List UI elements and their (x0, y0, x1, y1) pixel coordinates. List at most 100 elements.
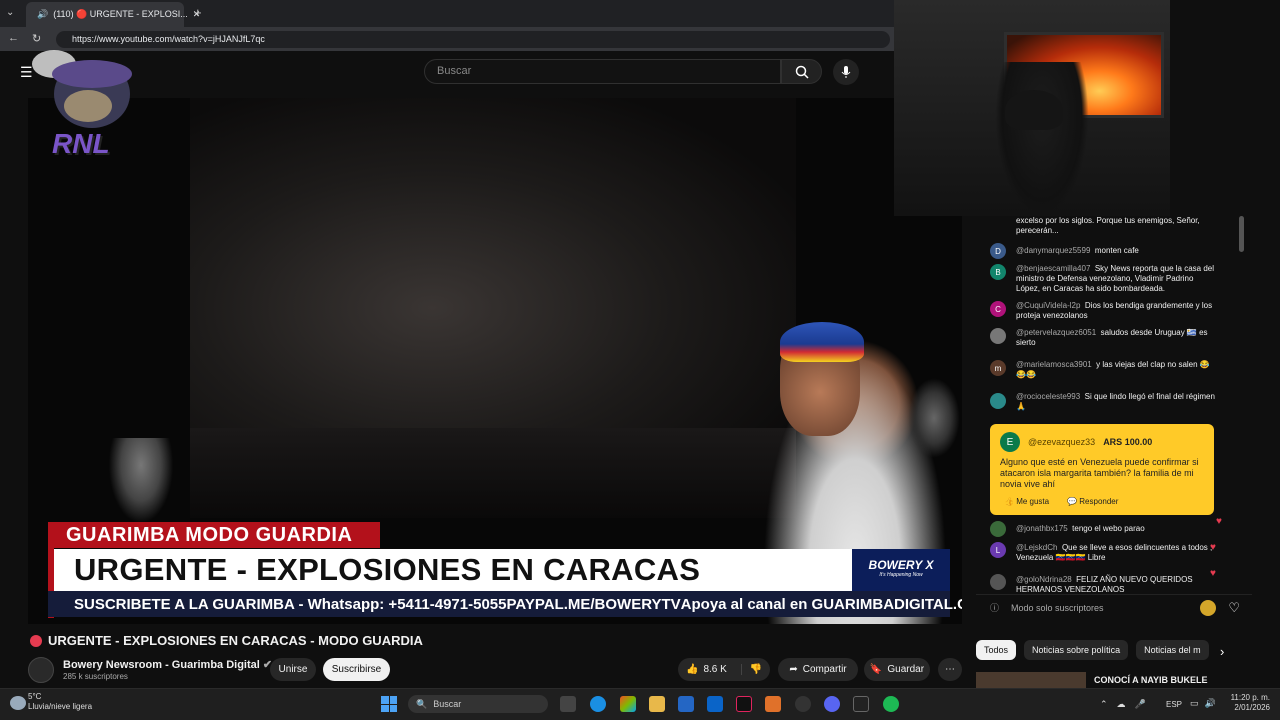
chat-scrollbar[interactable] (1239, 216, 1244, 252)
edge-browser-icon[interactable] (590, 696, 606, 712)
windows-taskbar (0, 688, 1280, 720)
video-title: URGENTE - EXPLOSIONES EN CARACAS - MODO … (30, 633, 423, 648)
share-arrow-icon: ➦ (789, 664, 798, 675)
chip-politics[interactable]: Noticias sobre política (1024, 640, 1129, 660)
streamer-microphone (908, 378, 960, 458)
microphone-icon (841, 66, 851, 78)
dislike-button[interactable]: 👎 (740, 664, 762, 675)
chat-message: @goloNdrina28 FELIZ AÑO NUEVO QUERIDOS H… (1016, 575, 1216, 595)
back-arrow-icon[interactable]: ← (8, 32, 19, 44)
search-input[interactable]: Buscar (424, 59, 781, 84)
heart-reaction-icon: ♥ (1210, 568, 1216, 579)
clock-date: 2/01/2026 (1234, 703, 1270, 712)
chat-message: excelso por los siglos. Porque tus enemi… (1016, 216, 1216, 236)
bowery-logo: BOWERY X It's Happening Now (852, 549, 950, 591)
coin-icon[interactable] (1200, 599, 1217, 616)
new-tab-icon[interactable]: + (194, 5, 202, 20)
chat-user[interactable]: @petervelazquez6051 (1016, 328, 1096, 337)
file-explorer-icon[interactable] (649, 696, 665, 712)
taskbar-search-label: Buscar (433, 699, 462, 709)
more-actions-icon[interactable]: ⋯ (938, 658, 962, 681)
windows-start-icon[interactable] (381, 696, 397, 712)
share-label: Compartir (802, 664, 847, 675)
tab-list-chevron-icon[interactable]: ⌄ (6, 7, 14, 18)
super-chat-card[interactable]: E @ezevazquez33 ARS 100.00 Alguno que es… (990, 424, 1214, 515)
video-player[interactable]: GUARIMBA MODO GUARDIA URGENTE - EXPLOSIO… (28, 98, 962, 624)
save-button[interactable]: 🔖 Guardar (864, 658, 930, 681)
ticker-whatsapp: SUSCRIBETE A LA GUARIMBA - Whatsapp: +54… (74, 595, 507, 613)
chat-text: tengo el webo parao (1072, 524, 1145, 533)
browser-tab[interactable]: 🔊 (110) 🔴 URGENTE - EXPLOSI... ✕ (26, 2, 200, 27)
voice-search-button[interactable] (833, 59, 859, 85)
copilot-icon[interactable] (620, 696, 636, 712)
discord-icon[interactable] (824, 696, 840, 712)
like-count: 8.6 K (703, 664, 727, 675)
system-tray-icons[interactable]: ⌃☁🎤 (1100, 699, 1155, 710)
join-button[interactable]: Unirse (270, 658, 316, 681)
store-icon[interactable] (678, 696, 694, 712)
chat-message: @CuquiVidela-l2p Dios los bendiga grande… (1016, 301, 1216, 321)
chat-user[interactable]: @goloNdrina28 (1016, 575, 1072, 584)
chat-user[interactable]: @marielamosca3901 (1016, 360, 1092, 369)
task-view-icon[interactable] (560, 696, 576, 712)
taskbar-search[interactable]: 🔍 Buscar (408, 695, 548, 713)
language-indicator[interactable]: ESP (1166, 700, 1182, 709)
chips-next-icon[interactable]: › (1220, 644, 1224, 659)
reply-label: Responder (1079, 497, 1119, 506)
github-icon[interactable] (795, 696, 811, 712)
chat-message: @marielamosca3901 y las viejas del clap … (1016, 360, 1216, 380)
taskbar-clock[interactable]: 11:20 p. m. 2/01/2026 (1226, 693, 1270, 713)
channel-name[interactable]: Bowery Newsroom - Guarimba Digital ✔ (63, 658, 272, 671)
chip-all[interactable]: Todos (976, 640, 1017, 660)
chat-message: @jonathbx175 tengo el webo parao (1016, 524, 1216, 534)
banner-ticker: SUSCRIBETE A LA GUARIMBA - Whatsapp: +54… (48, 591, 962, 617)
chat-user[interactable]: @benjaescamilla407 (1016, 264, 1090, 273)
recommended-video[interactable]: CONOCÍ A NAYIB BUKELE (976, 672, 1252, 688)
heart-icon[interactable]: ♡ (1228, 600, 1240, 616)
super-chat-header: E @ezevazquez33 ARS 100.00 (1000, 432, 1152, 452)
network-volume-icons[interactable]: ▭🔊 (1190, 698, 1222, 709)
super-chat-user[interactable]: @ezevazquez33 (1028, 437, 1095, 447)
bowery-logo-tagline: It's Happening Now (879, 572, 923, 578)
subscribe-button[interactable]: Suscribirse (323, 658, 390, 681)
chat-user[interactable]: @LejskdCh (1016, 543, 1057, 552)
tab-title: (110) 🔴 URGENTE - EXPLOSI... (53, 9, 188, 19)
search-button[interactable] (781, 59, 822, 84)
webcam-person (995, 62, 1089, 216)
url-field[interactable]: https://www.youtube.com/watch?v=jHJANJfL… (56, 31, 890, 48)
info-icon[interactable]: ⓘ (990, 601, 999, 614)
super-chat-avatar: E (1000, 432, 1020, 452)
super-chat-text: Alguno que esté en Venezuela puede confi… (1000, 457, 1199, 489)
venezuela-cap (780, 322, 864, 362)
chat-avatar: L (990, 542, 1006, 558)
chat-avatar: C (990, 301, 1006, 317)
reply-button[interactable]: 💬 Responder (1067, 497, 1118, 506)
chat-user[interactable]: @rocioceleste993 (1016, 392, 1080, 401)
tiktok-icon[interactable] (736, 696, 752, 712)
chat-user[interactable]: @CuquiVidela-l2p (1016, 301, 1080, 310)
webcam-cap (1005, 90, 1063, 130)
app-icon[interactable] (765, 696, 781, 712)
chat-text: monten cafe (1094, 246, 1139, 255)
weather-icon (10, 696, 26, 710)
spotify-icon[interactable] (883, 696, 899, 712)
chat-avatar: D (990, 243, 1006, 259)
speaker-icon[interactable]: 🔊 (37, 9, 48, 20)
studio-microphone (106, 438, 176, 528)
bookmark-icon: 🔖 (869, 664, 883, 675)
chat-message: @LejskdCh Que se lleve a esos delincuent… (1016, 543, 1216, 563)
chat-text: excelso por los siglos. Porque tus enemi… (1016, 216, 1200, 235)
search-icon (795, 65, 809, 79)
chip-news[interactable]: Noticias del m (1136, 640, 1209, 660)
chat-user[interactable]: @danymarquez5599 (1016, 246, 1090, 255)
heart-reaction-icon: ♥ (1216, 516, 1222, 527)
share-button[interactable]: ➦ Compartir (778, 658, 858, 681)
like-message-button[interactable]: 👍 Me gusta (1004, 497, 1049, 506)
super-chat-amount: ARS 100.00 (1103, 437, 1153, 447)
channel-avatar[interactable] (28, 657, 54, 683)
outlook-icon[interactable] (707, 696, 723, 712)
chat-user[interactable]: @jonathbx175 (1016, 524, 1068, 533)
app-icon[interactable] (853, 696, 869, 712)
like-button[interactable]: 👍 8.6 K 👎 (678, 658, 770, 681)
chat-avatar (990, 574, 1006, 590)
